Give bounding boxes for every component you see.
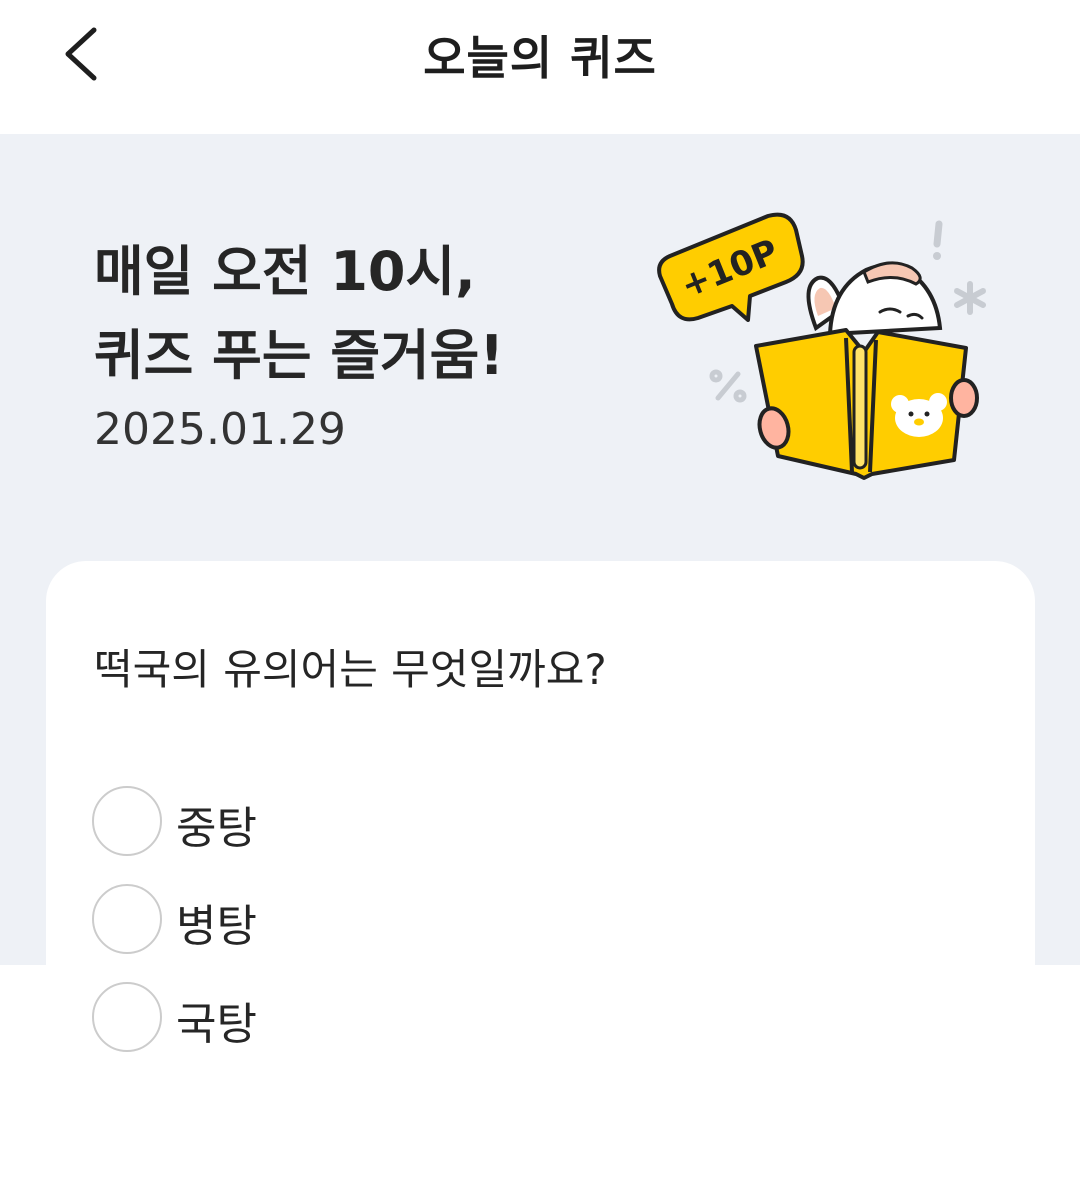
option-label: 국탕 (176, 999, 257, 1050)
app-bar: 오늘의 퀴즈 (0, 0, 1080, 134)
quiz-option-1[interactable]: 중탕 (92, 786, 652, 856)
rabbit-character (806, 261, 943, 337)
exclamation-icon (933, 220, 943, 260)
right-hand (949, 378, 979, 418)
radio-button[interactable] (92, 884, 162, 954)
hero-title-line-1: 매일 오전 10시, (94, 240, 476, 303)
option-label: 병탕 (176, 901, 257, 952)
quiz-option-2[interactable]: 병탕 (92, 884, 652, 954)
quiz-question: 떡국의 유의어는 무엇일까요? (94, 645, 607, 694)
option-label: 중탕 (176, 803, 257, 854)
radio-button[interactable] (92, 786, 162, 856)
rabbit-reading-book-illustration: +10P (657, 212, 986, 480)
quiz-option-3[interactable]: 국탕 (92, 982, 652, 1052)
page-title: 오늘의 퀴즈 (423, 31, 657, 85)
points-badge: +10P (657, 212, 805, 322)
hero-title: 매일 오전 10시, 퀴즈 푸는 즐거움! (94, 230, 504, 398)
book (754, 328, 968, 480)
radio-button[interactable] (92, 982, 162, 1052)
asterisk-icon (954, 281, 986, 315)
hero-title-line-2: 퀴즈 푸는 즐거움! (94, 324, 504, 387)
percent-icon (709, 369, 747, 403)
quiz-date: 2025.01.29 (94, 404, 346, 455)
